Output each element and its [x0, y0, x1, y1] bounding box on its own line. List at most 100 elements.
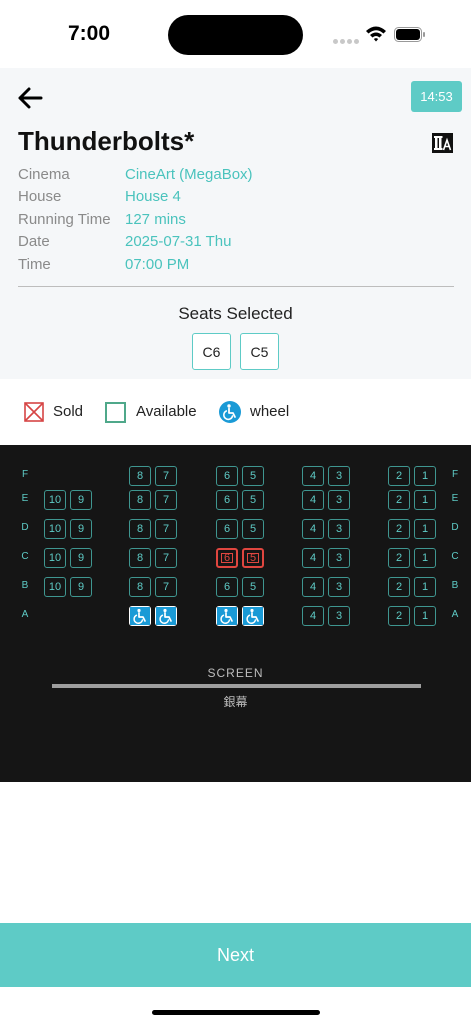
seat-a3[interactable]: 3 [328, 606, 350, 626]
next-button[interactable]: Next [0, 923, 471, 987]
selected-seat-chip[interactable]: C6 [192, 333, 231, 370]
seat-e9[interactable]: 9 [70, 490, 92, 510]
movie-info-panel: 14:53 Thunderbolts* Cinema CineArt (Mega… [0, 68, 471, 379]
seat-d4[interactable]: 4 [302, 519, 324, 539]
seat-f5[interactable]: 5 [242, 466, 264, 486]
legend-available-label: Available [136, 403, 197, 420]
seat-b10[interactable]: 10 [44, 577, 66, 597]
clock-badge: 14:53 [411, 81, 462, 112]
font-size-icon[interactable] [432, 133, 453, 153]
row-label-left: B [21, 580, 29, 591]
seat-e8[interactable]: 8 [129, 490, 151, 510]
seat-f7[interactable]: 7 [155, 466, 177, 486]
info-label: Running Time [18, 210, 111, 228]
seats-selected-label: Seats Selected [178, 304, 293, 323]
seat-b3[interactable]: 3 [328, 577, 350, 597]
info-row-cinema: Cinema CineArt (MegaBox) [18, 163, 253, 186]
seat-b8[interactable]: 8 [129, 577, 151, 597]
row-label-right: F [451, 469, 459, 480]
signal-icon [333, 39, 359, 44]
seat-c10[interactable]: 10 [44, 548, 66, 568]
info-value: CineArt (MegaBox) [125, 165, 253, 183]
wheelchair-icon [219, 401, 241, 423]
seat-a5[interactable] [242, 606, 264, 626]
seat-d1[interactable]: 1 [414, 519, 436, 539]
info-row-date: Date 2025-07-31 Thu [18, 231, 253, 254]
sold-seat-icon [24, 402, 44, 422]
seat-a8[interactable] [129, 606, 151, 626]
seat-d5[interactable]: 5 [242, 519, 264, 539]
seat-b6[interactable]: 6 [216, 577, 238, 597]
battery-icon [394, 27, 425, 42]
divider [18, 286, 454, 287]
seat-c1[interactable]: 1 [414, 548, 436, 568]
row-label-left: E [21, 493, 29, 504]
seat-a4[interactable]: 4 [302, 606, 324, 626]
row-label-right: C [451, 551, 459, 562]
row-label-right: D [451, 522, 459, 533]
seat-a7[interactable] [155, 606, 177, 626]
seat-c9[interactable]: 9 [70, 548, 92, 568]
row-label-left: F [21, 469, 29, 480]
seat-b4[interactable]: 4 [302, 577, 324, 597]
row-label-left: C [21, 551, 29, 562]
selected-seats-list: C6 C5 [0, 333, 471, 370]
wheelchair-icon [156, 607, 176, 625]
selected-seat-chip[interactable]: C5 [240, 333, 279, 370]
back-arrow-icon[interactable] [14, 84, 46, 112]
seat-d7[interactable]: 7 [155, 519, 177, 539]
screen-bar [52, 684, 421, 688]
seat-c8[interactable]: 8 [129, 548, 151, 568]
seat-f1[interactable]: 1 [414, 466, 436, 486]
info-value: 127 mins [125, 210, 186, 228]
wheelchair-icon [217, 607, 237, 625]
seat-f6[interactable]: 6 [216, 466, 238, 486]
seat-b2[interactable]: 2 [388, 577, 410, 597]
seat-d9[interactable]: 9 [70, 519, 92, 539]
seat-e6[interactable]: 6 [216, 490, 238, 510]
seat-d8[interactable]: 8 [129, 519, 151, 539]
seat-a6[interactable] [216, 606, 238, 626]
seat-b7[interactable]: 7 [155, 577, 177, 597]
seat-e1[interactable]: 1 [414, 490, 436, 510]
seat-f8[interactable]: 8 [129, 466, 151, 486]
seat-f2[interactable]: 2 [388, 466, 410, 486]
seat-e10[interactable]: 10 [44, 490, 66, 510]
seat-map: SCREEN 銀幕 F F E E D D C C B B A A 10 9 10 9 10 9 10 9 8 7 8 7 8 7… [0, 445, 471, 782]
seat-c3[interactable]: 3 [328, 548, 350, 568]
seat-c5[interactable]: 5 [242, 548, 264, 568]
wheelchair-icon [130, 607, 150, 625]
seat-a2[interactable]: 2 [388, 606, 410, 626]
seat-f4[interactable]: 4 [302, 466, 324, 486]
info-value: House 4 [125, 188, 181, 206]
seat-b5[interactable]: 5 [242, 577, 264, 597]
seat-c2[interactable]: 2 [388, 548, 410, 568]
legend-sold-label: Sold [53, 403, 84, 420]
seat-b9[interactable]: 9 [70, 577, 92, 597]
seat-b1[interactable]: 1 [414, 577, 436, 597]
seat-d3[interactable]: 3 [328, 519, 350, 539]
row-label-right: E [451, 493, 459, 504]
info-value: 2025-07-31 Thu [125, 233, 232, 251]
seat-c4[interactable]: 4 [302, 548, 324, 568]
seat-d6[interactable]: 6 [216, 519, 238, 539]
screen-label: SCREEN [207, 666, 264, 680]
seat-e2[interactable]: 2 [388, 490, 410, 510]
seat-d2[interactable]: 2 [388, 519, 410, 539]
seat-e3[interactable]: 3 [328, 490, 350, 510]
seat-f3[interactable]: 3 [328, 466, 350, 486]
seat-legend: Sold Available wheel [0, 379, 471, 445]
dynamic-island [168, 15, 303, 55]
status-bar: 7:00 [0, 0, 471, 68]
seat-c6[interactable]: 6 [216, 548, 238, 568]
seat-a1[interactable]: 1 [414, 606, 436, 626]
seat-d10[interactable]: 10 [44, 519, 66, 539]
info-label: Date [18, 233, 50, 251]
seat-c7[interactable]: 7 [155, 548, 177, 568]
screen-label-chinese: 銀幕 [223, 695, 248, 709]
info-row-time: Time 07:00 PM [18, 253, 253, 276]
info-label: House [18, 188, 62, 206]
seat-e5[interactable]: 5 [242, 490, 264, 510]
seat-e4[interactable]: 4 [302, 490, 324, 510]
seat-e7[interactable]: 7 [155, 490, 177, 510]
